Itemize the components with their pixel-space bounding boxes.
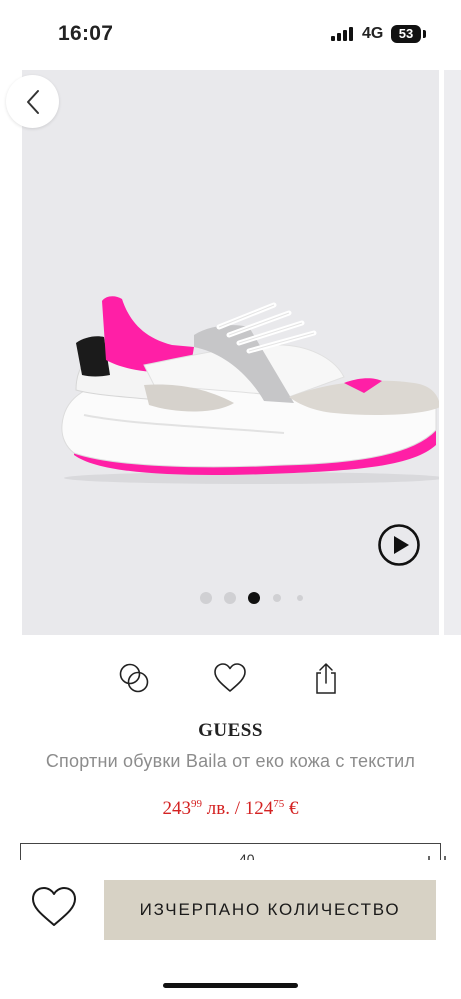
battery-tip [423,30,426,38]
bottom-bar: ИЗЧЕРПАНО КОЛИЧЕСТВО [0,860,461,999]
price-bgn-cents: 99 [191,798,202,810]
gallery-dot[interactable] [200,592,212,604]
status-bar: 16:07 4G 53 [0,0,461,66]
battery-icon: 53 [391,25,421,43]
product-price: 24399 лв. / 12475 € [0,798,461,820]
share-button[interactable] [308,660,344,696]
gallery-dot[interactable] [273,594,281,602]
price-eur-currency: € [284,798,299,819]
gallery-dot-active[interactable] [248,592,260,604]
wishlist-button[interactable] [212,660,248,696]
network-label: 4G [362,25,384,42]
share-icon [316,663,336,694]
price-bgn-currency: лв. / [202,798,245,819]
price-eur: 124 [244,798,274,819]
heart-icon[interactable] [31,886,77,928]
product-brand[interactable]: GUESS [0,720,461,742]
product-name: Спортни обувки Baila от еко кожа с текст… [45,751,416,771]
product-image[interactable] [22,70,439,635]
back-button[interactable] [6,75,59,128]
compare-icon [119,663,149,693]
compare-button[interactable] [116,660,152,696]
play-icon[interactable] [378,524,420,566]
product-actions [0,660,461,700]
price-bgn: 243 [162,798,192,819]
signal-icon [331,27,355,41]
shoe-image [61,296,439,484]
out-of-stock-button[interactable]: ИЗЧЕРПАНО КОЛИЧЕСТВО [104,880,436,940]
heart-icon [214,663,246,692]
gallery-dot[interactable] [297,595,303,601]
home-indicator [163,983,298,988]
status-time: 16:07 [58,22,114,45]
back-arrow-icon [26,89,39,114]
next-image-preview[interactable] [444,70,461,635]
gallery-dot[interactable] [224,592,236,604]
price-eur-cents: 75 [273,798,285,810]
